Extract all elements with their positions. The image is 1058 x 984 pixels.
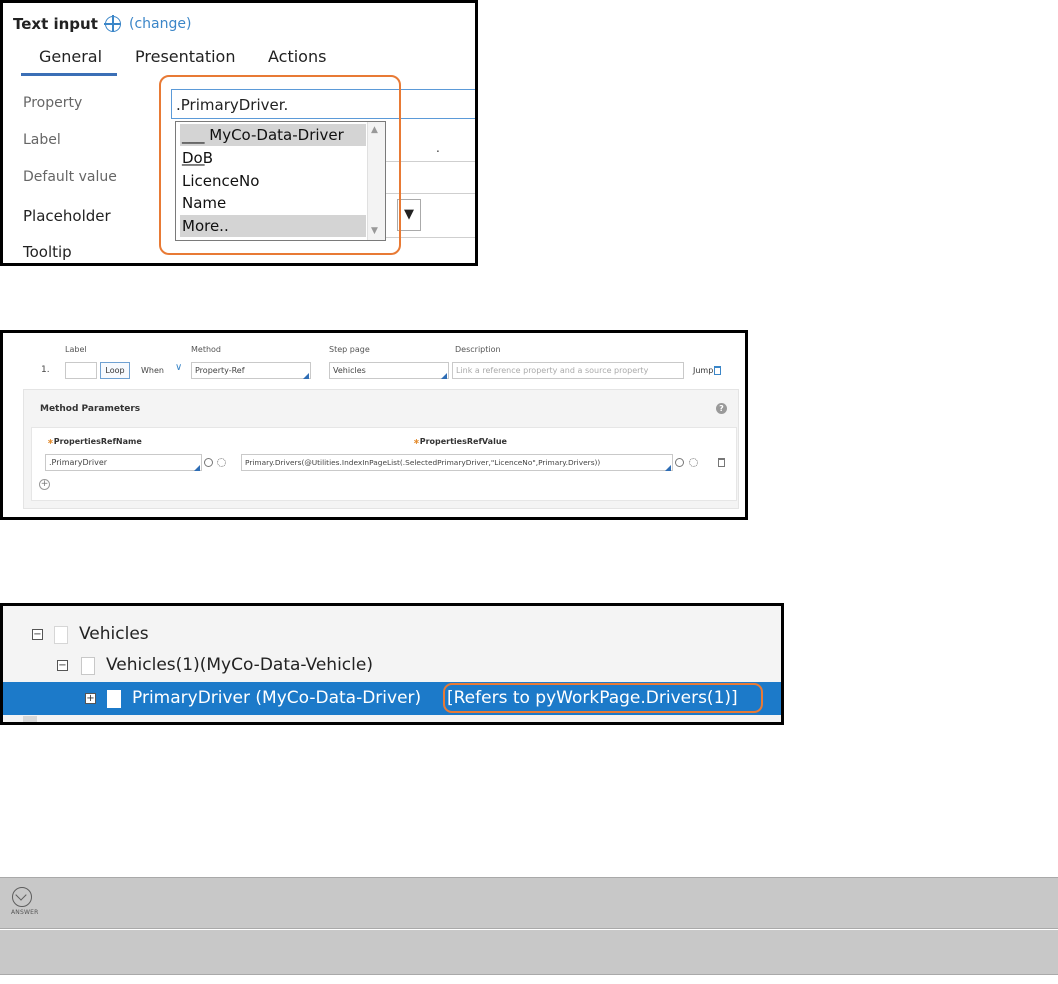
delete-step-icon[interactable]: [714, 366, 721, 375]
answer-content-bar: [0, 930, 1058, 975]
page-icon-selected: [107, 690, 121, 708]
step-label-input[interactable]: [65, 362, 97, 379]
tree-node-primarydriver[interactable]: PrimaryDriver (MyCo-Data-Driver): [132, 688, 421, 708]
panel-title: Text input: [13, 15, 98, 33]
delete-param-icon[interactable]: [718, 458, 725, 467]
param-header-refvalue: ∗PropertiesRefValue: [413, 437, 507, 446]
default-value-label: Default value: [23, 169, 117, 185]
collapse-vehicle1-icon[interactable]: −: [57, 660, 68, 671]
refname-input[interactable]: .PrimaryDriver: [45, 454, 202, 471]
tab-presentation[interactable]: Presentation: [135, 47, 235, 66]
tree-node-vehicle1[interactable]: Vehicles(1)(MyCo-Data-Vehicle): [106, 655, 373, 675]
help-icon[interactable]: ?: [716, 403, 727, 414]
param-header-refvalue-text: PropertiesRefValue: [419, 437, 507, 446]
text-input-properties-panel: Text input (change) General Presentation…: [0, 0, 478, 266]
orange-highlight-refers: [443, 683, 763, 713]
column-header-label: Label: [65, 345, 87, 354]
property-ref-step-panel: Label Method Step page Description 1. Lo…: [0, 330, 748, 520]
refvalue-gear-icon[interactable]: [689, 458, 698, 467]
refname-gear-icon[interactable]: [217, 458, 226, 467]
change-link[interactable]: (change): [129, 16, 191, 32]
param-header-refname-text: PropertiesRefName: [53, 437, 142, 446]
page-list-icon: [54, 626, 68, 644]
tooltip-label: Tooltip: [23, 243, 72, 261]
refname-autocomplete-icon: [194, 465, 200, 471]
placeholder-label: Placeholder: [23, 207, 111, 225]
method-autocomplete-icon: [303, 373, 309, 379]
answer-section: ANSWER: [0, 767, 1058, 984]
tree-node-vehicles[interactable]: Vehicles: [79, 624, 149, 644]
param-header-refname: ∗PropertiesRefName: [47, 437, 142, 446]
expand-primarydriver-icon[interactable]: +: [85, 693, 96, 704]
column-header-step-page: Step page: [329, 345, 370, 354]
tab-general[interactable]: General: [39, 47, 102, 66]
column-header-description: Description: [455, 345, 501, 354]
loop-button[interactable]: Loop: [100, 362, 130, 379]
method-input[interactable]: Property-Ref: [191, 362, 311, 379]
when-chevron-icon[interactable]: ∨: [175, 362, 182, 373]
collapse-vehicles-icon[interactable]: −: [32, 629, 43, 640]
tab-actions[interactable]: Actions: [268, 47, 326, 66]
answer-toggle-bar[interactable]: [0, 877, 1058, 929]
row-number: 1.: [41, 365, 50, 375]
when-label[interactable]: When: [141, 366, 164, 375]
orange-highlight-outline: [159, 75, 401, 255]
property-label: Property: [23, 95, 83, 111]
description-input[interactable]: Link a reference property and a source p…: [452, 362, 684, 379]
next-row-fragment: [23, 716, 37, 722]
jump-link[interactable]: Jump: [693, 366, 713, 375]
method-parameters-title: Method Parameters: [40, 404, 141, 414]
tooltip-field-bottom: [175, 265, 478, 266]
column-header-method: Method: [191, 345, 222, 354]
step-page-input[interactable]: Vehicles: [329, 362, 449, 379]
label-label: Label: [23, 132, 61, 148]
add-parameter-icon[interactable]: +: [39, 479, 50, 490]
crosshair-icon[interactable]: [104, 15, 121, 32]
answer-label: ANSWER: [11, 909, 39, 916]
step-page-autocomplete-icon: [441, 373, 447, 379]
active-tab-indicator: [21, 73, 117, 76]
refvalue-autocomplete-icon: [665, 465, 671, 471]
refvalue-crosshair-icon[interactable]: [675, 458, 684, 467]
clipboard-tree-panel: − Vehicles − Vehicles(1)(MyCo-Data-Vehic…: [0, 603, 784, 725]
refvalue-input[interactable]: Primary.Drivers(@Utilities.IndexInPageLi…: [241, 454, 673, 471]
label-field-value: .: [436, 141, 440, 155]
page-icon: [81, 657, 95, 675]
refname-crosshair-icon[interactable]: [204, 458, 213, 467]
